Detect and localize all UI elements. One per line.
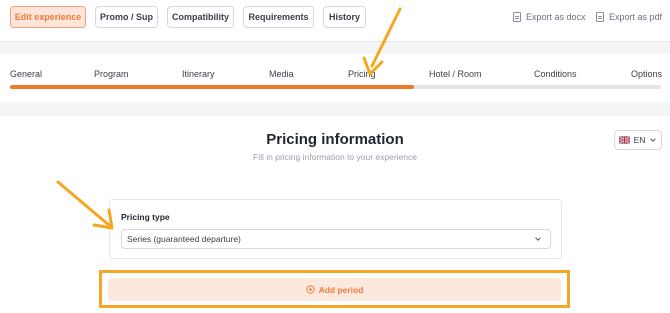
annotation-arrow-icon	[56, 180, 114, 230]
tab-hotel-room[interactable]: Hotel / Room	[429, 69, 482, 79]
tab-options[interactable]: Options	[631, 69, 662, 79]
language-selector[interactable]: EN	[614, 130, 662, 150]
export-pdf-link[interactable]: Export as pdf	[596, 10, 662, 24]
pricing-type-value: Series (guaranteed departure)	[127, 234, 241, 244]
pricing-type-select[interactable]: Series (guaranteed departure)	[121, 229, 551, 249]
document-icon	[513, 12, 521, 22]
document-icon	[596, 12, 604, 22]
uk-flag-icon	[618, 136, 630, 144]
requirements-button[interactable]: Requirements	[243, 6, 314, 28]
export-docx-link[interactable]: Export as docx	[513, 10, 586, 24]
compatibility-button[interactable]: Compatibility	[167, 6, 234, 28]
tab-program[interactable]: Program	[94, 69, 129, 79]
add-period-highlight: Add period	[99, 270, 570, 308]
tab-itinerary[interactable]: Itinerary	[182, 69, 215, 79]
annotation-arrow-icon	[362, 7, 402, 76]
step-tabs: General Program Itinerary Media Pricing …	[0, 54, 670, 102]
pricing-type-label: Pricing type	[121, 212, 170, 222]
step-progress-fill	[10, 85, 414, 89]
plus-circle-icon	[305, 285, 315, 294]
promo-sup-button[interactable]: Promo / Sup	[95, 6, 158, 28]
tab-general[interactable]: General	[10, 69, 42, 79]
chevron-down-icon	[535, 237, 541, 241]
page-subtitle: Fill in pricing information to your expe…	[253, 152, 417, 162]
step-progress-bar	[10, 85, 661, 89]
edit-experience-button[interactable]: Edit experience	[10, 6, 86, 28]
pricing-type-card: Pricing type Series (guaranteed departur…	[109, 199, 562, 259]
top-toolbar: Edit experience Promo / Sup Compatibilit…	[0, 0, 670, 42]
page-title: Pricing information	[266, 131, 404, 148]
language-label: EN	[633, 135, 646, 145]
add-period-button[interactable]: Add period	[108, 278, 561, 301]
export-pdf-label: Export as pdf	[609, 12, 663, 22]
export-docx-label: Export as docx	[526, 12, 586, 22]
add-period-label: Add period	[318, 284, 364, 295]
tab-media[interactable]: Media	[269, 69, 294, 79]
tab-conditions[interactable]: Conditions	[534, 69, 577, 79]
chevron-down-icon	[650, 138, 657, 142]
